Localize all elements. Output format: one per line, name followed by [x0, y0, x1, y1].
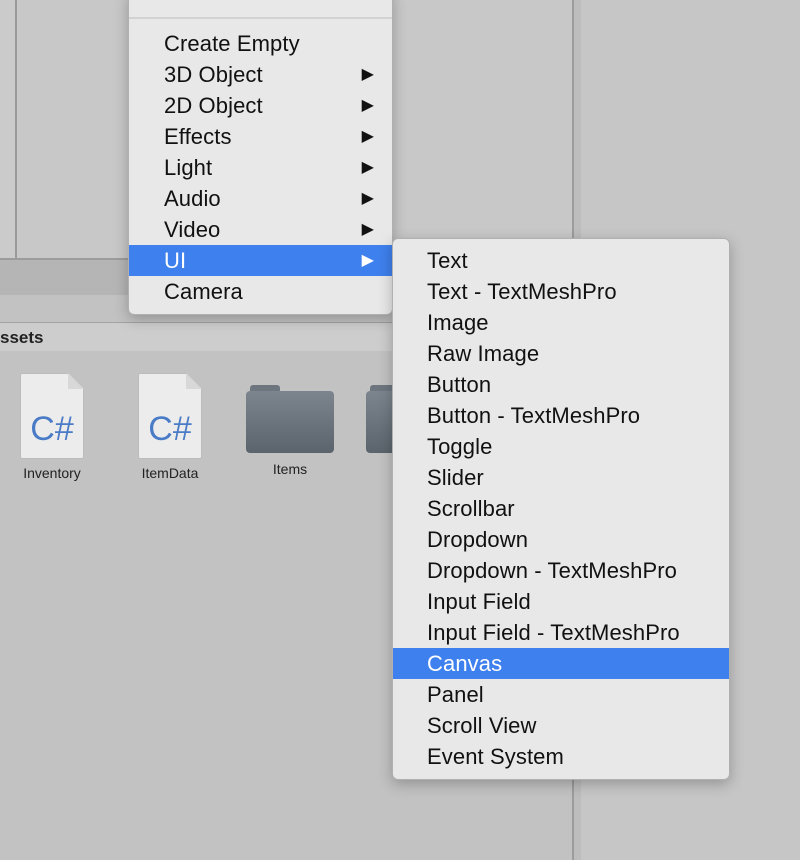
- menu-separator: [129, 17, 392, 19]
- submenu-item-event-system[interactable]: Event System: [393, 741, 729, 772]
- assets-panel-title: ssets: [0, 328, 44, 347]
- submenu-item-text[interactable]: Text: [393, 245, 729, 276]
- menu-item-label: Create Empty: [164, 31, 300, 56]
- submenu-arrow-icon: ▶: [361, 221, 374, 238]
- menu-item-label: UI: [164, 248, 187, 273]
- menu-item-label: Dropdown - TextMeshPro: [427, 558, 678, 583]
- menu-item-label: Video: [164, 217, 221, 242]
- asset-label: ItemData: [141, 465, 199, 481]
- folder-icon: [246, 385, 334, 455]
- submenu-arrow-icon: ▶: [361, 97, 374, 114]
- menu-item-ui[interactable]: UI ▶: [129, 245, 392, 276]
- csharp-glyph: C#: [30, 410, 74, 448]
- menu-item-label: Button - TextMeshPro: [427, 403, 641, 428]
- submenu-item-image[interactable]: Image: [393, 307, 729, 338]
- scene-view-edge: [0, 0, 17, 258]
- menu-item-audio[interactable]: Audio ▶: [129, 183, 392, 214]
- menu-item-label: Toggle: [427, 434, 493, 459]
- asset-itemdata[interactable]: C# ItemData: [115, 373, 225, 481]
- menu-item-label: Dropdown: [427, 527, 529, 552]
- gameobject-context-menu: Create Empty 3D Object ▶ 2D Object ▶ Eff…: [128, 0, 393, 315]
- submenu-item-raw-image[interactable]: Raw Image: [393, 338, 729, 369]
- submenu-arrow-icon: ▶: [361, 252, 374, 269]
- asset-label: Items: [272, 461, 308, 477]
- menu-item-video[interactable]: Video ▶: [129, 214, 392, 245]
- menu-item-light[interactable]: Light ▶: [129, 152, 392, 183]
- submenu-arrow-icon: ▶: [361, 66, 374, 83]
- menu-item-label: Input Field: [427, 589, 531, 614]
- menu-item-effects[interactable]: Effects ▶: [129, 121, 392, 152]
- submenu-item-slider[interactable]: Slider: [393, 462, 729, 493]
- menu-item-label: Light: [164, 155, 213, 180]
- submenu-item-input-field-textmeshpro[interactable]: Input Field - TextMeshPro: [393, 617, 729, 648]
- submenu-item-dropdown-textmeshpro[interactable]: Dropdown - TextMeshPro: [393, 555, 729, 586]
- menu-item-create-empty[interactable]: Create Empty: [129, 28, 392, 59]
- menu-item-label: 3D Object: [164, 62, 263, 87]
- menu-item-label: Slider: [427, 465, 484, 490]
- menu-item-label: Scrollbar: [427, 496, 515, 521]
- submenu-item-button-textmeshpro[interactable]: Button - TextMeshPro: [393, 400, 729, 431]
- submenu-arrow-icon: ▶: [361, 128, 374, 145]
- menu-item-label: Text - TextMeshPro: [427, 279, 617, 304]
- menu-item-label: Button: [427, 372, 492, 397]
- menu-item-label: Camera: [164, 279, 243, 304]
- asset-label: Inventory: [23, 465, 81, 481]
- menu-item-2d-object[interactable]: 2D Object ▶: [129, 90, 392, 121]
- menu-item-label: Scroll View: [427, 713, 537, 738]
- ui-submenu: Text Text - TextMeshPro Image Raw Image …: [392, 238, 730, 780]
- csharp-glyph: C#: [148, 410, 192, 448]
- menu-item-label: Canvas: [427, 651, 503, 676]
- submenu-item-input-field[interactable]: Input Field: [393, 586, 729, 617]
- menu-item-label: Audio: [164, 186, 221, 211]
- submenu-item-scrollbar[interactable]: Scrollbar: [393, 493, 729, 524]
- menu-item-label: Event System: [427, 744, 564, 769]
- menu-item-camera[interactable]: Camera: [129, 276, 392, 307]
- menu-item-label: Text: [427, 248, 468, 273]
- submenu-item-dropdown[interactable]: Dropdown: [393, 524, 729, 555]
- submenu-item-text-textmeshpro[interactable]: Text - TextMeshPro: [393, 276, 729, 307]
- menu-item-label: 2D Object: [164, 93, 263, 118]
- submenu-arrow-icon: ▶: [361, 159, 374, 176]
- submenu-item-toggle[interactable]: Toggle: [393, 431, 729, 462]
- csharp-file-icon: C#: [138, 373, 202, 459]
- menu-item-label: Input Field - TextMeshPro: [427, 620, 680, 645]
- submenu-item-canvas[interactable]: Canvas: [393, 648, 729, 679]
- submenu-item-panel[interactable]: Panel: [393, 679, 729, 710]
- asset-items-folder[interactable]: Items: [235, 373, 345, 477]
- submenu-item-scroll-view[interactable]: Scroll View: [393, 710, 729, 741]
- menu-item-3d-object[interactable]: 3D Object ▶: [129, 59, 392, 90]
- submenu-item-button[interactable]: Button: [393, 369, 729, 400]
- menu-item-label: Raw Image: [427, 341, 540, 366]
- menu-item-label: Image: [427, 310, 489, 335]
- csharp-file-icon: C#: [20, 373, 84, 459]
- asset-inventory[interactable]: C# Inventory: [0, 373, 107, 481]
- menu-item-label: Effects: [164, 124, 232, 149]
- submenu-arrow-icon: ▶: [361, 190, 374, 207]
- menu-item-label: Panel: [427, 682, 484, 707]
